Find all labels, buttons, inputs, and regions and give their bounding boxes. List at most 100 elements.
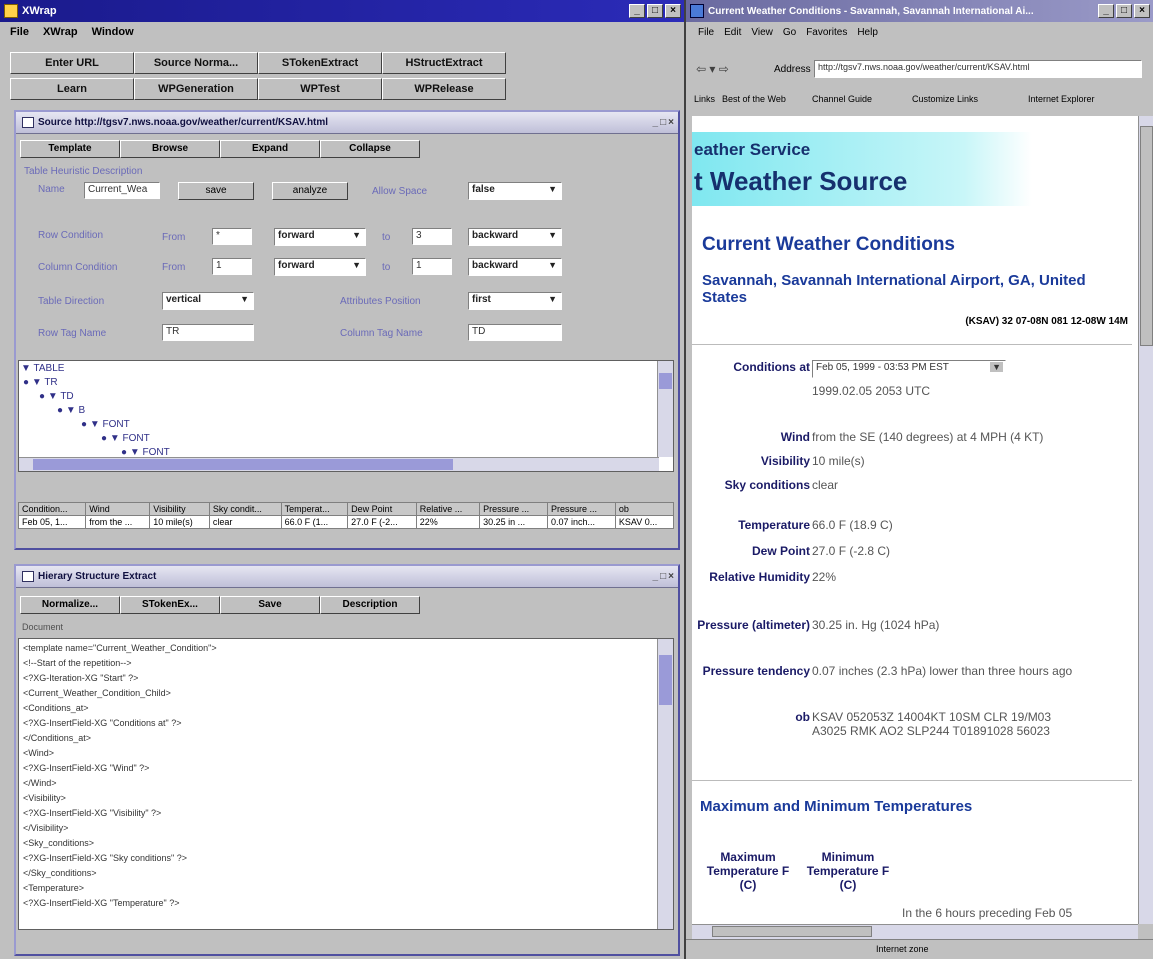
enter-url-button[interactable]: Enter URL <box>10 52 134 74</box>
allow-space-select[interactable]: false ▼ <box>468 182 562 200</box>
scroll-thumb[interactable] <box>712 926 872 937</box>
tree-vscroll[interactable] <box>657 361 673 457</box>
menu-xwrap[interactable]: XWrap <box>43 26 78 38</box>
link-customize-links[interactable]: Customize Links <box>912 94 978 104</box>
tree-node[interactable]: ● ▼ TR <box>23 377 58 388</box>
template-code-view[interactable]: <template name="Current_Weather_Conditio… <box>18 638 674 930</box>
scroll-thumb[interactable] <box>33 459 453 470</box>
document-tab[interactable]: Document <box>22 622 63 632</box>
table-cell: KSAV 0... <box>614 515 675 529</box>
max-temp-label: Maximum Temperature F (C) <box>706 850 790 892</box>
menu-edit[interactable]: Edit <box>724 27 741 38</box>
col-to-field[interactable]: 1 <box>412 258 452 275</box>
source-normalize-button[interactable]: Source Norma... <box>134 52 258 74</box>
name-field[interactable]: Current_Wea <box>84 182 160 199</box>
link-internet-explorer[interactable]: Internet Explorer <box>1028 94 1095 104</box>
row-to-direction-select[interactable]: backward ▼ <box>468 228 562 246</box>
row-to-field[interactable]: 3 <box>412 228 452 245</box>
tree-node[interactable]: ● ▼ FONT <box>101 433 150 444</box>
wp-release-button[interactable]: WPRelease <box>382 78 506 100</box>
minimize-icon[interactable]: _ <box>1098 4 1114 18</box>
minimize-icon[interactable]: _ <box>629 4 645 18</box>
back-forward-icons[interactable]: ⇦ ▾ ⇨ <box>696 62 729 76</box>
hstruct-extract-button[interactable]: HStructExtract <box>382 52 506 74</box>
conditions-select[interactable]: Feb 05, 1999 - 03:53 PM EST ▼ <box>812 360 1006 378</box>
tree-node[interactable]: ● ▼ B <box>57 405 85 416</box>
analyze-button[interactable]: analyze <box>272 182 348 200</box>
link-channel-guide[interactable]: Channel Guide <box>812 94 872 104</box>
browse-button[interactable]: Browse <box>120 140 220 158</box>
wp-generation-button[interactable]: WPGeneration <box>134 78 258 100</box>
menu-favorites[interactable]: Favorites <box>806 27 847 38</box>
maximize-icon[interactable]: □ <box>1116 4 1132 18</box>
address-field[interactable]: http://tgsv7.nws.noaa.gov/weather/curren… <box>814 60 1142 78</box>
panel-minimize-icon[interactable]: _ <box>653 117 659 128</box>
attributes-position-select[interactable]: first ▼ <box>468 292 562 310</box>
weather-value: KSAV 052053Z 14004KT 10SM CLR 19/M03 A30… <box>812 710 1052 738</box>
tree-node[interactable]: ● ▼ FONT <box>81 419 130 430</box>
row-from-field[interactable]: * <box>212 228 252 245</box>
maximize-icon[interactable]: □ <box>647 4 663 18</box>
table-header-cell[interactable]: Temperat... <box>280 502 349 516</box>
browser-vscroll[interactable] <box>1138 116 1153 924</box>
col-from-direction-select[interactable]: forward ▼ <box>274 258 366 276</box>
normalize-button[interactable]: Normalize... <box>20 596 120 614</box>
row-tag-field[interactable]: TR <box>162 324 254 341</box>
table-header-cell[interactable]: Visibility <box>149 502 210 516</box>
table-header-cell[interactable]: Condition... <box>17 502 87 516</box>
menu-file[interactable]: File <box>10 26 29 38</box>
menu-help[interactable]: Help <box>857 27 878 38</box>
menu-window[interactable]: Window <box>92 26 134 38</box>
scroll-thumb[interactable] <box>659 373 672 389</box>
collapse-button[interactable]: Collapse <box>320 140 420 158</box>
scroll-thumb[interactable] <box>1140 126 1153 346</box>
hier-save-button[interactable]: Save <box>220 596 320 614</box>
stoken-ex-button[interactable]: STokenEx... <box>120 596 220 614</box>
panel-close-icon[interactable]: × <box>668 571 674 582</box>
table-row[interactable]: Feb 05, 1... from the ... 10 mile(s) cle… <box>17 515 675 529</box>
table-header-cell[interactable]: Pressure ... <box>479 502 548 516</box>
tree-hscroll[interactable] <box>19 457 659 471</box>
stoken-extract-button[interactable]: STokenExtract <box>258 52 382 74</box>
link-best-of-web[interactable]: Best of the Web <box>722 94 786 104</box>
table-header-cell[interactable]: Relative ... <box>415 502 481 516</box>
scroll-thumb[interactable] <box>659 655 672 705</box>
browser-window: Current Weather Conditions - Savannah, S… <box>686 0 1153 959</box>
save-button[interactable]: save <box>178 182 254 200</box>
panel-maximize-icon[interactable]: □ <box>660 117 666 128</box>
code-vscroll[interactable] <box>657 639 673 929</box>
table-header-cell[interactable]: Sky condit... <box>208 502 282 516</box>
xwrap-window: XWrap _ □ × File XWrap Window Enter URL … <box>0 0 686 959</box>
column-tag-label: Column Tag Name <box>340 328 423 339</box>
col-from-field[interactable]: 1 <box>212 258 252 275</box>
panel-minimize-icon[interactable]: _ <box>653 571 659 582</box>
menu-view[interactable]: View <box>751 27 773 38</box>
table-header-cell[interactable]: Dew Point <box>347 502 417 516</box>
menu-go[interactable]: Go <box>783 27 796 38</box>
close-icon[interactable]: × <box>665 4 681 18</box>
hierarchy-panel: Hierary Structure Extract _ □ × Normalize.… <box>14 564 680 956</box>
description-button[interactable]: Description <box>320 596 420 614</box>
table-direction-select[interactable]: vertical ▼ <box>162 292 254 310</box>
panel-maximize-icon[interactable]: □ <box>660 571 666 582</box>
min-temp-label: Minimum Temperature F (C) <box>806 850 890 892</box>
close-icon[interactable]: × <box>1134 4 1150 18</box>
table-header-cell[interactable]: Pressure ... <box>546 502 616 516</box>
table-header-cell[interactable]: Wind <box>85 502 151 516</box>
learn-button[interactable]: Learn <box>10 78 134 100</box>
wp-test-button[interactable]: WPTest <box>258 78 382 100</box>
expand-button[interactable]: Expand <box>220 140 320 158</box>
column-tag-field[interactable]: TD <box>468 324 562 341</box>
tree-node[interactable]: ● ▼ TD <box>39 391 74 402</box>
template-button[interactable]: Template <box>20 140 120 158</box>
section-label: Table Heuristic Description <box>24 166 143 177</box>
table-header-cell[interactable]: ob <box>614 502 675 516</box>
menu-file[interactable]: File <box>698 27 714 38</box>
row-from-direction-select[interactable]: forward ▼ <box>274 228 366 246</box>
tree-node[interactable]: ▼ TABLE <box>21 363 64 374</box>
col-to-direction-select[interactable]: backward ▼ <box>468 258 562 276</box>
panel-close-icon[interactable]: × <box>668 117 674 128</box>
address-label: Address <box>774 64 811 75</box>
browser-hscroll[interactable] <box>692 924 1138 939</box>
tree-node-label: TR <box>44 377 58 388</box>
